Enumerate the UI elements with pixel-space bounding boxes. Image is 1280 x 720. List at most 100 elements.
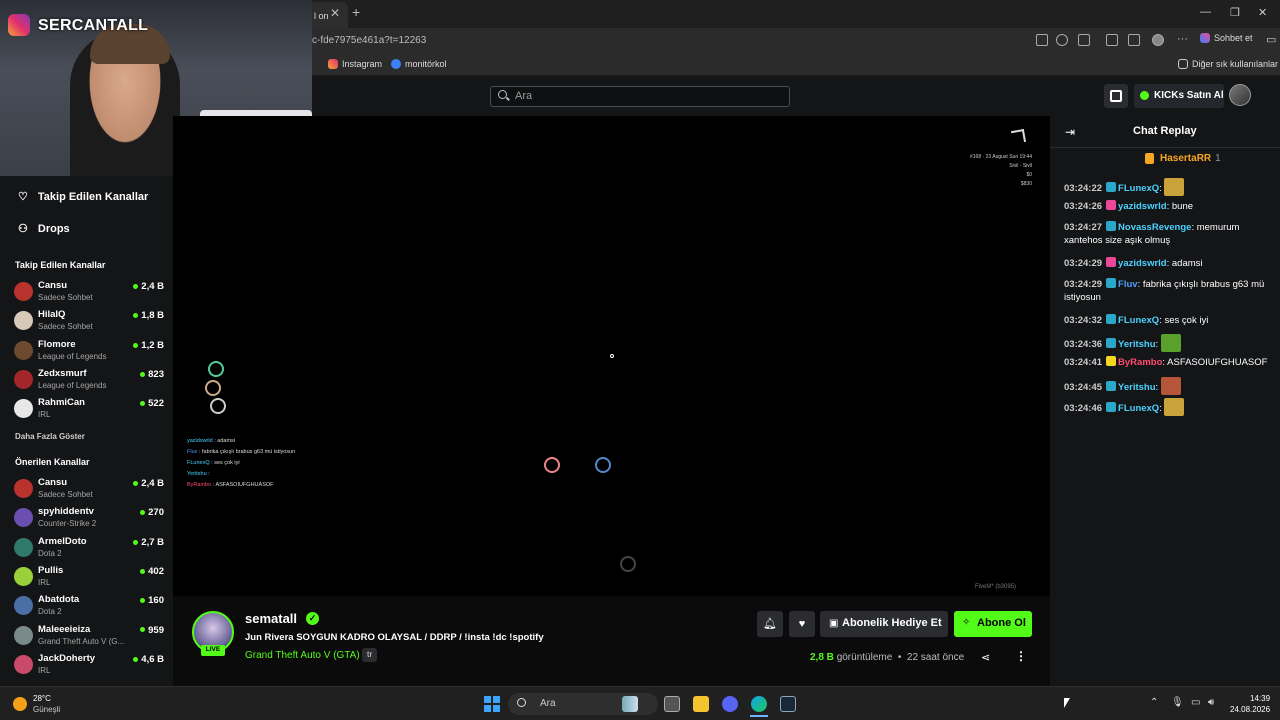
windows-start-icon[interactable] [484, 696, 500, 712]
notification-bell-button[interactable]: 🔔︎ [757, 611, 783, 637]
chat-username[interactable]: FLunexQ [1118, 183, 1159, 194]
subscriber-badge-icon [1106, 278, 1117, 288]
network-icon[interactable]: ▭ [1191, 697, 1200, 708]
viewer-count: 823 [148, 368, 164, 380]
bookmark-instagram[interactable]: Instagram [328, 59, 382, 69]
copilot-button[interactable]: Sohbet et [1200, 33, 1253, 43]
viewer-count: 959 [148, 624, 164, 636]
search-icon [517, 698, 526, 707]
other-bookmarks[interactable]: Diğer sık kullanılanlar [1178, 59, 1278, 69]
favorite-star-icon[interactable] [1056, 34, 1068, 46]
share-icon[interactable]: ⋖ [981, 651, 990, 664]
language-tag[interactable]: tr [362, 648, 378, 662]
file-explorer-icon[interactable] [693, 696, 709, 712]
live-dot-icon [140, 371, 146, 377]
chat-message: 03:24:27 NovassRevenge: memurum xantehos … [1064, 221, 1274, 247]
show-more-link[interactable]: Daha Fazla Göster [15, 432, 85, 441]
steam-icon[interactable] [780, 696, 796, 712]
channel-viewers: 270 [140, 507, 164, 518]
chat-username[interactable]: Yeritshu [1118, 339, 1156, 350]
channel-avatar [14, 282, 33, 301]
channel-row[interactable]: Flomore League of Legends 1,2 B [14, 339, 164, 367]
edge-browser-icon[interactable] [751, 696, 767, 712]
bookmark-monitorkol[interactable]: monitörkol [391, 59, 447, 69]
chat-username[interactable]: yazidswrld [1118, 258, 1167, 269]
live-dot-icon [140, 627, 146, 633]
channel-name: Abatdota [38, 594, 80, 606]
channel-name: Zedxsmurf [38, 367, 87, 379]
follow-heart-button[interactable]: ♥ [789, 611, 815, 637]
window-close-icon[interactable]: ✕ [1258, 6, 1267, 19]
channel-row[interactable]: Pullis IRL 402 [14, 565, 164, 593]
sun-icon[interactable] [13, 697, 27, 711]
live-dot-icon [133, 283, 139, 289]
viewer-count: 160 [148, 595, 164, 607]
channel-row[interactable]: RahmiCan IRL 522 [14, 397, 164, 425]
reader-icon[interactable] [1036, 34, 1048, 46]
channel-category: League of Legends [38, 380, 107, 390]
channel-row[interactable]: spyhiddentv Counter-Strike 2 270 [14, 506, 164, 534]
minimize-icon[interactable]: — [1200, 6, 1211, 18]
tray-chevron-icon[interactable]: ⌃ [1150, 697, 1158, 708]
task-view-icon[interactable] [664, 696, 680, 712]
more-menu-icon[interactable]: ··· [1177, 33, 1188, 45]
clock-time[interactable]: 14:39 [1250, 694, 1270, 703]
maximize-icon[interactable]: ❐ [1230, 6, 1240, 19]
volume-icon[interactable]: 🔊︎ [1208, 697, 1214, 708]
collections-icon[interactable] [1106, 34, 1118, 46]
game-chat-user: ByRambo [187, 482, 212, 488]
chat-username[interactable]: FLunexQ [1118, 403, 1159, 414]
clip-button[interactable] [1104, 84, 1128, 108]
chat-text: bune [1171, 201, 1194, 212]
chat-username[interactable]: Yeritshu [1118, 382, 1156, 393]
channel-row[interactable]: Zedxsmurf League of Legends 823 [14, 368, 164, 396]
game-chat-text: fabrika çıkışlı brabus g63 mü istiyosun [201, 449, 296, 455]
subscriber-badge-icon [1106, 221, 1117, 231]
user-avatar[interactable] [1229, 84, 1251, 106]
profile-icon[interactable] [1152, 34, 1164, 46]
channel-row[interactable]: JackDoherty IRL 4,6 B [14, 653, 164, 681]
new-tab-icon[interactable]: + [352, 4, 360, 20]
microphone-icon[interactable]: 🎙︎ [1171, 697, 1184, 708]
sidebar-toggle-icon[interactable]: ▭ [1266, 33, 1276, 46]
channel-row[interactable]: Maleeeieiza Grand Theft Auto V (G... 959 [14, 624, 164, 652]
favorites-icon[interactable] [1128, 34, 1140, 46]
channel-viewers: 2,4 B [133, 478, 164, 489]
weather-desc[interactable]: Güneşli [33, 705, 60, 714]
game-chat-text: ASFASOIUFGHUASOF [215, 482, 274, 488]
live-dot-icon [140, 510, 146, 516]
clock-date[interactable]: 24.08.2026 [1230, 705, 1270, 714]
hud-line: Sivil - Sivil [1009, 163, 1032, 169]
chat-username[interactable]: FLunexQ [1118, 315, 1159, 326]
sidebar-nav-drops[interactable]: ⚇ Drops [18, 222, 70, 236]
chat-message: 03:24:26 yazidswrld: bune [1064, 200, 1274, 213]
discord-icon[interactable] [722, 696, 738, 712]
url-field[interactable]: c-fde7975e461a?t=12263 [312, 35, 426, 46]
channel-avatar [14, 654, 33, 674]
collapse-chat-icon[interactable]: ⇥ [1065, 125, 1075, 139]
channel-row[interactable]: Abatdota Dota 2 160 [14, 594, 164, 622]
stream-category-link[interactable]: Grand Theft Auto V (GTA) [245, 650, 360, 661]
map-marker-icon [620, 556, 636, 572]
channel-row[interactable]: Cansu Sadece Sohbet 2,4 B [14, 280, 164, 308]
close-tab-icon[interactable]: ✕ [330, 6, 340, 20]
gift-subscription-button[interactable]: Abonelik Hediye Et [820, 611, 948, 637]
verified-check-icon: ✓ [306, 612, 319, 625]
channel-category: Sadece Sohbet [38, 322, 93, 332]
chat-username[interactable]: Fluv [1118, 279, 1138, 290]
pinned-gifter[interactable]: HasertaRR 1 [1145, 153, 1221, 164]
channel-row[interactable]: Cansu Sadece Sohbet 2,4 B [14, 477, 164, 505]
chat-username[interactable]: NovassRevenge [1118, 222, 1191, 233]
extensions-icon[interactable] [1078, 34, 1090, 46]
streamer-name[interactable]: sematall [245, 611, 297, 626]
channel-row[interactable]: ArmelDoto Dota 2 2,7 B [14, 536, 164, 564]
search-input[interactable]: Ara [490, 86, 790, 107]
live-dot-icon [133, 656, 139, 662]
channel-viewers: 823 [140, 369, 164, 380]
chat-username[interactable]: ByRambo [1118, 357, 1162, 368]
channel-row[interactable]: HilalQ Sadece Sohbet 1,8 B [14, 309, 164, 337]
chat-username[interactable]: yazidswrld [1118, 201, 1167, 212]
weather-temp[interactable]: 28°C [33, 694, 51, 703]
more-options-icon[interactable]: ⋮ [1015, 649, 1027, 663]
sidebar-nav-following[interactable]: ♡ Takip Edilen Kanallar [18, 190, 148, 204]
